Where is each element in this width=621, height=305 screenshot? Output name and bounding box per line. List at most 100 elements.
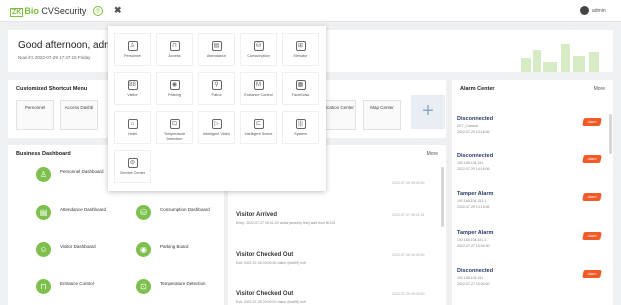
alarm-item[interactable]: Tamper Alarm 192.168.104.151-1 2022-07-2…	[457, 191, 609, 209]
city-illustration	[517, 42, 607, 72]
menu-item-label: Visitor	[127, 93, 138, 97]
menu-item-attendance[interactable]: ▤ Attendance	[198, 33, 235, 66]
menu-item-intelligent-video[interactable]: ▷ Intelligent Video	[198, 111, 235, 144]
event-more-link[interactable]: More	[427, 151, 438, 157]
module-menu: ♙ Personnel ⊓ Access ▤ Attendance ⛁ Cons…	[108, 26, 326, 191]
alarm-badge[interactable]: Alarm	[582, 193, 602, 201]
event-time: 2022-07-27 09:41:24	[392, 213, 425, 217]
menu-item-label: Patrol	[211, 93, 222, 97]
app-logo[interactable]: ZK Bio CVSecurity	[10, 6, 87, 17]
alarm-time: 2022-07-27 10:00:00	[457, 282, 490, 286]
elevator-icon: ⊞	[295, 41, 306, 51]
alarm-item[interactable]: Disconnected ZKT_Camera 2022-07-29 14:16…	[457, 116, 609, 134]
greeting-text: Good afternoon, admi	[18, 40, 115, 51]
menu-item-label: Parking	[168, 93, 181, 97]
alarm-badge[interactable]: Alarm	[582, 232, 602, 240]
alarm-scrollbar[interactable]	[609, 114, 612, 154]
dashboard-label: Visitor Dashboard	[60, 244, 96, 249]
add-shortcut-button[interactable]: +	[411, 95, 445, 129]
event-title: Visitor Checked Out	[236, 291, 294, 297]
menu-item-label: Hotel	[128, 132, 137, 136]
alarm-more-link[interactable]: More	[594, 86, 605, 92]
personnel-icon: ♙	[127, 41, 138, 51]
consumption-icon: ⛁	[253, 41, 264, 51]
top-bar: ZK Bio CVSecurity ◎ ✖ admin	[0, 0, 621, 22]
menu-item-elevator[interactable]: ⊞ Elevator	[282, 33, 319, 66]
alarm-center-title: Alarm Center	[460, 86, 495, 92]
menu-item-consumption[interactable]: ⛁ Consumption	[240, 33, 277, 66]
menu-item-temperature-detection[interactable]: ⊡ Temperature Detection	[156, 111, 193, 144]
event-title: Visitor Arrived	[236, 212, 278, 218]
consumption-icon: ⛁	[136, 205, 151, 220]
entrance-control-icon: M	[253, 80, 264, 90]
menu-item-label: Service Center	[119, 171, 146, 175]
dashboard-label: Personnel Dashboard	[60, 169, 104, 174]
alarm-time: 2022-07-29 14:16:06	[457, 130, 490, 134]
menu-item-facekiosk[interactable]: ▦ FaceKiosk	[282, 72, 319, 105]
event-detail: Exit: 2022-07-25 09:00:00 visitor (test0…	[236, 300, 306, 304]
menu-item-service-center[interactable]: ⊜ Service Center	[114, 150, 151, 183]
shortcut-map-center[interactable]: Map Center	[363, 100, 401, 130]
shortcut-label: Map Center	[370, 105, 394, 110]
menu-item-label: Consumption	[247, 54, 270, 58]
alarm-badge[interactable]: Alarm	[582, 118, 602, 126]
app-switcher-icon[interactable]: ◎	[93, 6, 103, 16]
shortcut-access-dashboard[interactable]: Access Dashb	[60, 100, 98, 130]
dashboard-label: Parking Board	[160, 244, 189, 249]
alarm-item[interactable]: Tamper Alarm 192.168.104.151-1 2022-07-2…	[457, 230, 609, 248]
event-detail: Exit: 2022-07-26 09:00:00 visitor (test0…	[236, 261, 306, 265]
dashboard-label: Consumption Dashboard	[160, 207, 210, 212]
close-menu-icon[interactable]: ✖	[114, 5, 122, 16]
alarm-item[interactable]: Disconnected 192.168.104.151 2022-07-27 …	[457, 268, 609, 286]
temperature-icon: ⊡	[169, 119, 180, 129]
alarm-item[interactable]: Disconnected 192.168.104.151 2022-07-29 …	[457, 153, 609, 171]
access-icon: ⊓	[169, 41, 180, 51]
event-scrollbar[interactable]	[441, 167, 444, 227]
temperature-icon: ⊡	[136, 279, 151, 294]
menu-item-entrance-control[interactable]: M Entrance Control	[240, 72, 277, 105]
dashboard-label: Entrance Control	[60, 281, 94, 286]
logo-brand: Bio	[24, 6, 39, 16]
event-detail: Entry: 2022-07-27 09:41:24 visitor(secur…	[236, 221, 336, 225]
video-icon: ▷	[211, 119, 222, 129]
menu-item-personnel[interactable]: ♙ Personnel	[114, 33, 151, 66]
menu-item-intelligent-scene[interactable]: ⊏ Intelligent Scene	[240, 111, 277, 144]
alarm-time: 2022-07-29 14:16:06	[457, 167, 490, 171]
shortcut-label: Access Dashb	[64, 105, 94, 110]
menu-item-hotel[interactable]: ⌂ Hotel	[114, 111, 151, 144]
menu-item-parking[interactable]: ◉ Parking	[156, 72, 193, 105]
shortcut-personnel[interactable]: Personnel	[16, 100, 54, 130]
user-name[interactable]: admin	[592, 8, 606, 14]
event-item[interactable]: Visitor Checked Out Exit: 2022-07-26 09:…	[236, 252, 425, 265]
logo-suffix: CVSecurity	[38, 6, 87, 16]
attendance-icon: ▤	[211, 41, 222, 51]
menu-item-label: Attendance	[206, 54, 227, 58]
event-time: 2022-07-25 09:00:00	[392, 292, 425, 296]
user-avatar-icon[interactable]	[580, 6, 589, 15]
shortcut-label: Personnel	[24, 105, 46, 110]
alarm-time: 2022-07-27 10:00:00	[457, 244, 490, 248]
hotel-icon: ⌂	[127, 119, 138, 129]
menu-item-label: Temperature Detection	[163, 132, 186, 141]
menu-item-label: Personnel	[123, 54, 142, 58]
menu-item-label: Intelligent Video	[203, 132, 230, 136]
event-item[interactable]: Visitor Arrived Entry: 2022-07-27 09:41:…	[236, 212, 425, 225]
dashboard-label: Attendance Dashboard	[60, 207, 107, 212]
alarm-time: 2022-07-29 14:16:06	[457, 205, 490, 209]
menu-item-patrol[interactable]: ⚲ Patrol	[198, 72, 235, 105]
menu-item-label: Intelligent Scene	[244, 132, 273, 136]
menu-item-visitor[interactable]: 88 Visitor	[114, 72, 151, 105]
service-center-icon: ⊜	[127, 158, 138, 168]
alarm-badge[interactable]: Alarm	[582, 270, 602, 278]
menu-item-label: System	[294, 132, 307, 136]
alarm-badge[interactable]: Alarm	[582, 155, 602, 163]
current-date-text: Now it's 2022-07-29 17:47:15 Friday	[18, 55, 91, 60]
menu-item-system[interactable]: ||| System	[282, 111, 319, 144]
event-time: 2022-07-26 09:00:00	[392, 253, 425, 257]
menu-item-label: FaceKiosk	[291, 93, 310, 97]
menu-item-label: Access	[168, 54, 181, 58]
menu-item-access[interactable]: ⊓ Access	[156, 33, 193, 66]
business-dashboard-title: Business Dashboard	[16, 151, 71, 157]
shortcut-panel-title: Customized Shortcut Menu	[16, 86, 88, 92]
event-item[interactable]: Visitor Checked Out Exit: 2022-07-25 09:…	[236, 291, 425, 304]
